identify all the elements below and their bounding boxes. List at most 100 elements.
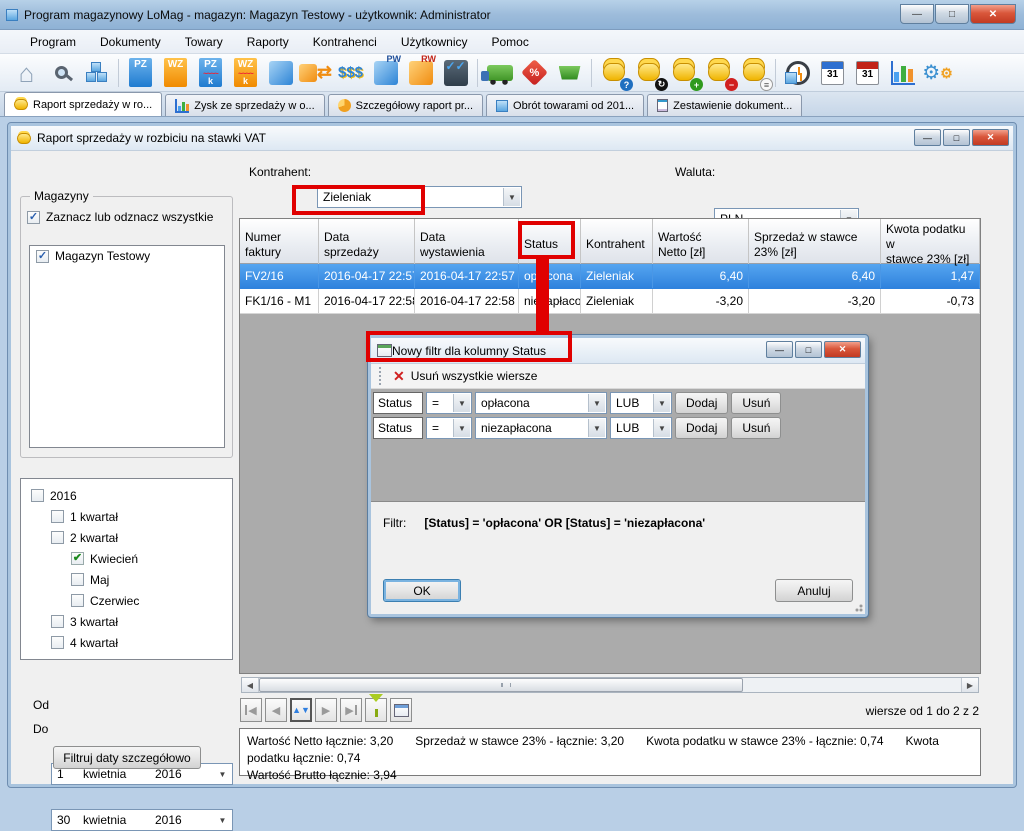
report-minimize-button[interactable]: — [914,129,941,146]
conjunction-combobox[interactable]: LUB▼ [610,417,672,439]
close-button[interactable]: ✕ [970,4,1016,24]
tree-item-kwiecien[interactable]: ✔Kwiecień [31,548,232,569]
tab-zestawienie-dokumentow[interactable]: Zestawienie dokument... [647,94,802,116]
menu-dokumenty[interactable]: Dokumenty [88,32,173,52]
warehouse-transfer-icon[interactable]: ⇄ [299,56,332,89]
menu-uzytkownicy[interactable]: Użytkownicy [389,32,480,52]
coins-refresh-icon[interactable]: ↻ [632,56,665,89]
value-combobox[interactable]: opłacona▼ [475,392,607,414]
filter-funnel-button[interactable] [365,698,387,722]
tab-zysk-ze-sprzedazy[interactable]: Zysk ze sprzedaży w o... [165,94,324,116]
menu-kontrahenci[interactable]: Kontrahenci [301,32,389,52]
tree-item-q4[interactable]: 4 kwartał [31,632,232,653]
chevron-down-icon[interactable]: ▼ [214,811,231,829]
column-header-numer-faktury[interactable]: Numer faktury [240,219,319,270]
checkbox-checked-icon[interactable]: ✓ [36,250,49,263]
kontrahent-combobox[interactable]: Zieleniak ▼ [317,186,522,208]
filter-dates-button[interactable]: Filtruj daty szczegółowo [53,746,201,769]
search-goods-icon[interactable] [45,56,78,89]
select-all-checkbox-row[interactable]: ✓ Zaznacz lub odznacz wszystkie [21,207,232,227]
doc-pw-icon[interactable]: PW [369,56,402,89]
history-clock-icon[interactable] [781,56,814,89]
tree-item-maj[interactable]: Maj [31,569,232,590]
discount-tag-icon[interactable]: % [518,56,551,89]
doc-pz-correction-icon[interactable]: PZ~~~~k [194,56,227,89]
doc-wz-icon[interactable]: WZ [159,56,192,89]
dialog-minimize-button[interactable]: — [766,341,793,358]
menu-program[interactable]: Program [18,32,88,52]
checkbox-checked-icon[interactable]: ✓ [27,211,40,224]
value-combobox[interactable]: niezapłacona▼ [475,417,607,439]
chevron-down-icon[interactable]: ▼ [214,765,231,783]
tree-item-q1[interactable]: 1 kwartał [31,506,232,527]
price-change-icon[interactable]: $$$ [334,56,367,89]
table-row[interactable]: FK1/16 - M1 2016-04-17 22:58 2016-04-17 … [240,289,980,314]
column-header-data-sprzedazy[interactable]: Data sprzedaży [319,219,415,270]
operator-combobox[interactable]: =▼ [426,417,472,439]
remove-row-button[interactable]: Usuń [731,417,781,439]
checkbox-icon[interactable] [31,489,44,502]
settings-gears-icon[interactable]: ⚙⚙ [921,56,954,89]
goods-correction-icon[interactable] [264,56,297,89]
tab-raport-sprzedazy[interactable]: Raport sprzedaży w ro... [4,92,162,116]
checkbox-icon[interactable] [71,594,84,607]
chart-icon[interactable] [886,56,919,89]
column-header-wartosc-netto[interactable]: Wartość Netto [zł] [653,219,749,270]
column-header-kontrahent[interactable]: Kontrahent [581,219,653,270]
checkbox-icon[interactable] [51,510,64,523]
horizontal-scrollbar[interactable]: ◀ ▶ [241,677,979,693]
coins-remove-icon[interactable]: − [702,56,735,89]
minimize-button[interactable]: — [900,4,934,24]
coins-question-icon[interactable]: ? [597,56,630,89]
calendar-blue-icon[interactable]: 31 [816,56,849,89]
last-record-button[interactable]: ▶ [340,698,362,722]
tree-item-czerwiec[interactable]: Czerwiec [31,590,232,611]
add-row-button[interactable]: Dodaj [675,392,728,414]
warehouse-icon[interactable]: ⌂ [10,56,43,89]
coins-report-icon[interactable]: ≡ [737,56,770,89]
tree-item-2016[interactable]: 2016 [31,485,232,506]
column-header-sprzedaz-w-stawce[interactable]: Sprzedaż w stawce 23% [zł] [749,219,881,270]
goods-list-icon[interactable] [80,56,113,89]
ok-button[interactable]: OK [383,579,461,602]
remove-row-button[interactable]: Usuń [731,392,781,414]
conjunction-combobox[interactable]: LUB▼ [610,392,672,414]
menu-towary[interactable]: Towary [173,32,235,52]
checkbox-checked-icon[interactable]: ✔ [71,552,84,565]
chevron-down-icon[interactable]: ▼ [453,419,470,437]
restore-button[interactable]: □ [935,4,969,24]
scroll-right-icon[interactable]: ▶ [961,678,978,692]
menu-pomoc[interactable]: Pomoc [480,32,541,52]
warehouse-item[interactable]: ✓ Magazyn Testowy [30,246,224,266]
next-record-button[interactable]: ▶ [315,698,337,722]
column-header-status[interactable]: Status [519,219,581,270]
menu-raporty[interactable]: Raporty [235,32,301,52]
tab-szczegolowy-raport[interactable]: Szczegółowy raport pr... [328,94,483,116]
report-close-button[interactable]: ✕ [972,129,1009,146]
delete-all-rows-button[interactable]: Usuń wszystkie wiersze [411,369,538,383]
operator-combobox[interactable]: =▼ [426,392,472,414]
chevron-down-icon[interactable]: ▼ [653,419,670,437]
tree-item-q2[interactable]: 2 kwartał [31,527,232,548]
calendar-red-icon[interactable]: 31 [851,56,884,89]
chevron-down-icon[interactable]: ▼ [503,188,520,206]
coins-add-icon[interactable]: + [667,56,700,89]
dialog-close-button[interactable]: ✕ [824,341,861,358]
first-record-button[interactable]: ◀ [240,698,262,722]
doc-wz-correction-icon[interactable]: WZ~~~~k [229,56,262,89]
delivery-truck-icon[interactable] [483,56,516,89]
scrollbar-thumb[interactable] [259,678,743,692]
purchase-cart-icon[interactable] [553,56,586,89]
chevron-down-icon[interactable]: ▼ [588,394,605,412]
table-row[interactable]: FV2/16 2016-04-17 22:57 2016-04-17 22:57… [240,264,980,289]
checkbox-icon[interactable] [51,615,64,628]
scroll-left-icon[interactable]: ◀ [242,678,259,692]
inventory-icon[interactable]: ✓✓ [439,56,472,89]
column-header-kwota-podatku[interactable]: Kwota podatku w stawce 23% [zł] [881,219,980,270]
move-record-button[interactable]: ▲▼ [290,698,312,722]
dialog-restore-button[interactable]: □ [795,341,822,358]
chevron-down-icon[interactable]: ▼ [653,394,670,412]
date-to-combobox[interactable]: 30 kwietnia 2016 ▼ [51,809,233,831]
add-row-button[interactable]: Dodaj [675,417,728,439]
column-header-data-wystawienia[interactable]: Data wystawienia [415,219,519,270]
